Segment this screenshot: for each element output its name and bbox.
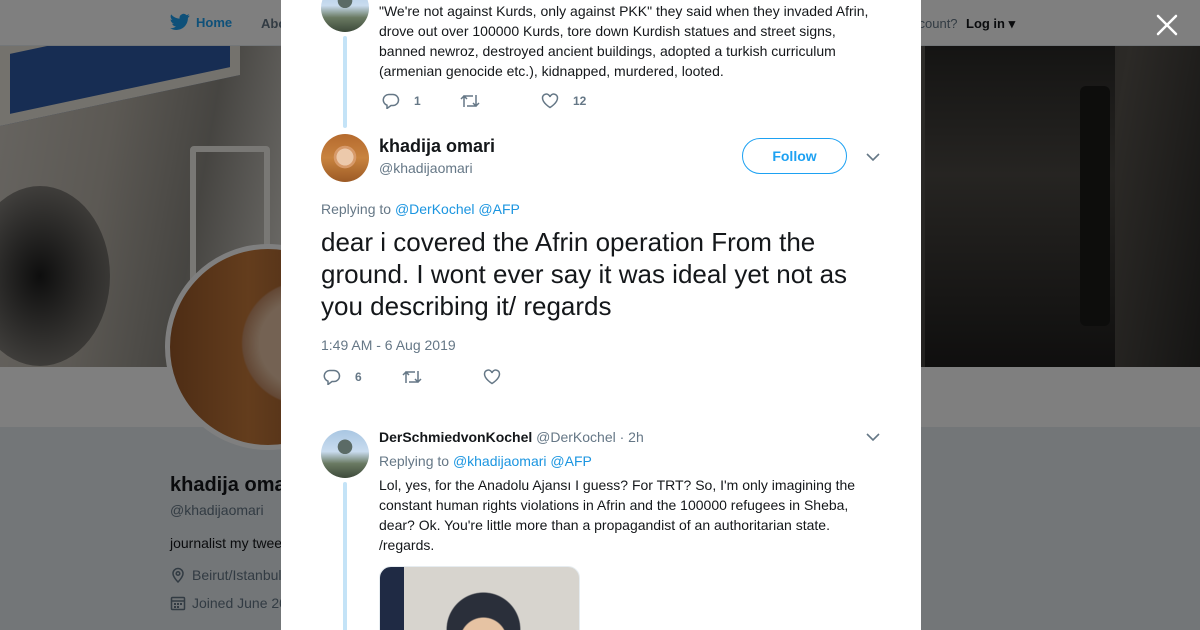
mention-link[interactable]: @AFP	[478, 201, 519, 217]
retweet-icon	[402, 370, 422, 384]
reply-author-handle: @DerKochel	[536, 429, 616, 445]
prev-tweet-text: "We're not against Kurds, only against P…	[379, 3, 869, 79]
reply-icon	[382, 93, 400, 109]
close-icon[interactable]	[1154, 12, 1180, 38]
avatar[interactable]	[321, 430, 369, 478]
follow-button[interactable]: Follow	[742, 138, 847, 174]
reply-author[interactable]: DerSchmiedvonKochel @DerKochel · 2h	[379, 429, 644, 445]
chevron-down-icon[interactable]	[865, 429, 881, 445]
reply-icon	[323, 369, 341, 385]
author-handle[interactable]: @khadijaomari	[379, 160, 473, 176]
reply-author-name: DerSchmiedvonKochel	[379, 429, 533, 445]
avatar[interactable]	[321, 0, 369, 32]
tweet-text: dear i covered the Afrin operation From …	[321, 227, 848, 321]
retweet-icon	[460, 94, 480, 108]
heart-icon	[483, 369, 501, 385]
tweet-timestamp[interactable]: 1:49 AM - 6 Aug 2019	[321, 337, 456, 353]
like-count: 12	[573, 94, 587, 108]
replying-to-label: Replying to	[321, 201, 392, 217]
attached-photo[interactable]	[379, 566, 580, 630]
replying-to: Replying to @khadijaomari @AFP	[379, 453, 592, 469]
reply-button[interactable]: 6	[323, 369, 362, 385]
thread-line	[343, 482, 347, 630]
heart-icon	[541, 93, 559, 109]
author-name[interactable]: khadija omari	[379, 136, 495, 157]
replying-to: Replying to @DerKochel @AFP	[321, 201, 520, 217]
mention-link[interactable]: @DerKochel	[395, 201, 475, 217]
reply-button[interactable]: 1	[382, 93, 421, 109]
replying-to-label: Replying to	[379, 453, 450, 469]
tweet-modal: "We're not against Kurds, only against P…	[281, 0, 921, 630]
reply-tweet-text: Lol, yes, for the Anadolu Ajansı I guess…	[379, 477, 856, 553]
avatar[interactable]	[321, 134, 369, 182]
like-button[interactable]	[483, 369, 501, 385]
reply-count: 6	[355, 370, 362, 384]
mention-link[interactable]: @AFP	[550, 453, 591, 469]
reply-time[interactable]: · 2h	[620, 429, 644, 445]
like-button[interactable]: 12	[541, 93, 586, 109]
retweet-button[interactable]	[402, 369, 422, 385]
mention-link[interactable]: @khadijaomari	[453, 453, 547, 469]
chevron-down-icon[interactable]	[865, 149, 881, 165]
retweet-button[interactable]	[460, 93, 480, 109]
thread-line	[343, 36, 347, 128]
reply-count: 1	[414, 94, 421, 108]
